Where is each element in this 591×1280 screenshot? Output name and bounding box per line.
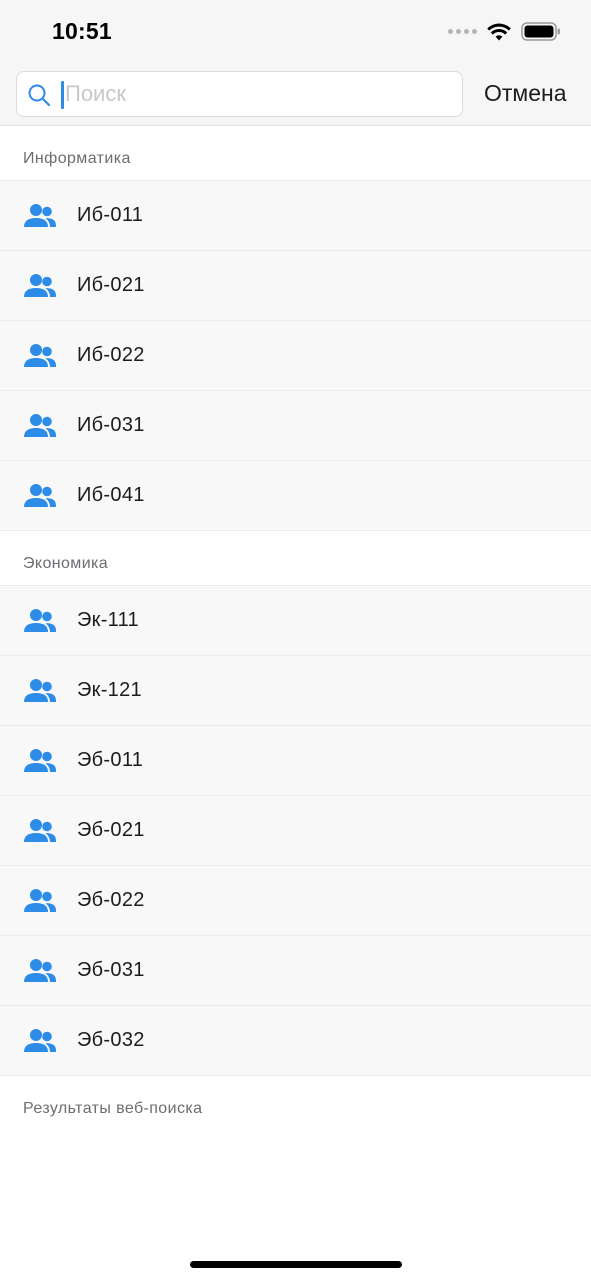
list-item[interactable]: Эк-121 <box>0 656 591 726</box>
home-indicator <box>190 1261 402 1268</box>
group-icon <box>23 343 57 374</box>
group-icon <box>23 958 57 989</box>
list-item[interactable]: Эб-031 <box>0 936 591 1006</box>
text-cursor <box>61 81 64 109</box>
list-item-label: Иб-041 <box>77 484 145 506</box>
wifi-icon <box>487 23 511 41</box>
list-item-label: Иб-031 <box>77 414 145 436</box>
list-item-label: Эк-111 <box>77 609 139 631</box>
list-item-label: Эб-022 <box>77 889 145 911</box>
list-item-label: Эб-032 <box>77 1029 145 1051</box>
list-item[interactable]: Эб-032 <box>0 1006 591 1076</box>
list-item[interactable]: Иб-021 <box>0 251 591 321</box>
status-bar: 10:51 <box>0 0 591 62</box>
list-item-label: Иб-011 <box>77 204 144 226</box>
list-item[interactable]: Иб-031 <box>0 391 591 461</box>
list-item-label: Эк-121 <box>77 679 142 701</box>
group-icon <box>23 1028 57 1059</box>
group-icon <box>23 273 57 304</box>
group-icon <box>23 608 57 639</box>
list-item-label: Иб-021 <box>77 274 145 296</box>
list-item[interactable]: Эб-011 <box>0 726 591 796</box>
cancel-button[interactable]: Отмена <box>484 80 567 107</box>
group-icon <box>23 413 57 444</box>
list-item[interactable]: Эб-021 <box>0 796 591 866</box>
search-results-list: Информатика Иб-011 Иб-021 Иб-022 Иб-031 Иб-0… <box>0 126 591 1131</box>
list-item-label: Эб-021 <box>77 819 145 841</box>
section-header-economics: Экономика <box>0 531 591 586</box>
battery-icon <box>521 22 561 41</box>
search-bar: Отмена <box>0 62 591 126</box>
list-item[interactable]: Иб-011 <box>0 181 591 251</box>
group-icon <box>23 483 57 514</box>
list-item[interactable]: Иб-041 <box>0 461 591 531</box>
group-icon <box>23 818 57 849</box>
status-time: 10:51 <box>52 18 112 44</box>
list-item[interactable]: Иб-022 <box>0 321 591 391</box>
section-header-informatics: Информатика <box>0 126 591 181</box>
search-icon <box>27 83 51 112</box>
list-item-label: Эб-031 <box>77 959 145 981</box>
cellular-signal-icon <box>448 29 477 34</box>
group-icon <box>23 678 57 709</box>
list-item-label: Иб-022 <box>77 344 145 366</box>
list-item[interactable]: Эк-111 <box>0 586 591 656</box>
section-header-web-results: Результаты веб-поиска <box>0 1076 591 1131</box>
status-icons <box>448 22 561 41</box>
list-item-label: Эб-011 <box>77 749 144 771</box>
group-icon <box>23 748 57 779</box>
search-input[interactable] <box>65 72 445 116</box>
group-icon <box>23 888 57 919</box>
group-icon <box>23 203 57 234</box>
list-item[interactable]: Эб-022 <box>0 866 591 936</box>
screen: 10:51 Поиск Отмена Информатика Иб-011 Иб… <box>0 0 591 1280</box>
search-field[interactable] <box>16 71 463 117</box>
